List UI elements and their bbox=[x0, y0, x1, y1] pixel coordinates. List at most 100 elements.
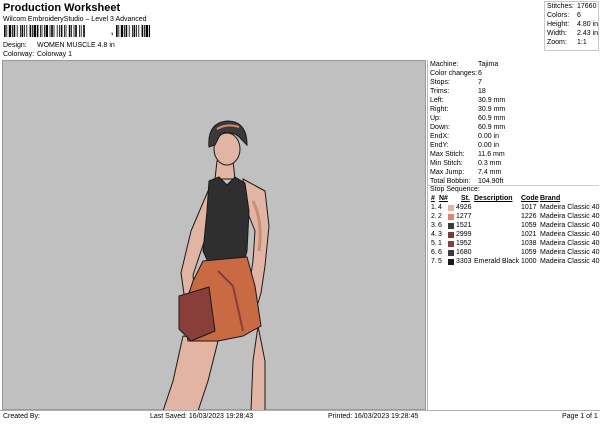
color-swatch bbox=[448, 223, 454, 229]
cell-brand: Madeira Classic 40 bbox=[540, 240, 600, 247]
cell-stop: 1. bbox=[431, 204, 437, 211]
embroidery-design-figure bbox=[162, 120, 270, 412]
table-row: 1. 4 4926 1017 Madeira Classic 40 bbox=[429, 204, 600, 213]
footer-created-by: Created By: bbox=[3, 413, 40, 420]
table-row: 3. 6 1521 1059 Madeira Classic 40 bbox=[429, 222, 600, 231]
colorway-value: Colorway 1 bbox=[37, 51, 73, 58]
footer-separator bbox=[0, 410, 600, 411]
cell-code: 1021 bbox=[521, 231, 537, 238]
machine-info-row: Up: 60.9 mm bbox=[430, 115, 505, 122]
info-label: Color changes: bbox=[430, 70, 478, 77]
colorway-label: Colorway: bbox=[3, 51, 35, 58]
footer-last-saved: Last Saved: 16/03/2023 19:28:43 bbox=[150, 413, 254, 420]
col-code: Code bbox=[521, 195, 539, 202]
info-label: Max Stitch: bbox=[430, 151, 465, 158]
design-value: WOMEN MUSCLE 4.8 in bbox=[37, 42, 115, 49]
info-value: 6 bbox=[478, 70, 482, 77]
stat-zoom: Zoom: 1:1 bbox=[547, 39, 587, 46]
cell-description: Emerald Black bbox=[474, 258, 520, 265]
footer-printed: Printed: 16/03/2023 19:28:45 bbox=[328, 413, 419, 420]
stat-colors: Colors: 6 bbox=[547, 12, 581, 19]
machine-info-row: Trims: 18 bbox=[430, 88, 486, 95]
info-value: 0.00 in bbox=[478, 142, 500, 149]
cell-brand: Madeira Classic 40 bbox=[540, 213, 600, 220]
page-title: Production Worksheet bbox=[3, 2, 121, 14]
barcode-suffix: , bbox=[111, 27, 114, 36]
color-swatch bbox=[448, 259, 454, 265]
machine-info-row: Min Stitch: 0.3 mm bbox=[430, 160, 501, 167]
cell-needle: 3 bbox=[438, 231, 442, 238]
col-stop: # bbox=[431, 195, 435, 202]
cell-needle: 5 bbox=[438, 258, 442, 265]
cell-code: 1226 bbox=[521, 213, 537, 220]
info-label: Total Bobbin: bbox=[430, 178, 471, 185]
machine-info-row: Machine: Tajima bbox=[430, 61, 498, 68]
figure-shorts-tie bbox=[178, 286, 216, 342]
design-label: Design: bbox=[3, 42, 27, 49]
cell-brand: Madeira Classic 40 bbox=[540, 258, 600, 265]
info-value: 0.00 in bbox=[478, 133, 500, 140]
info-value: 60.9 mm bbox=[478, 115, 506, 122]
color-swatch bbox=[448, 205, 454, 211]
col-brand: Brand bbox=[540, 195, 561, 202]
stat-stitches: Stitches: 17660 bbox=[547, 3, 597, 10]
table-row: 6. 6 1680 1059 Madeira Classic 40 bbox=[429, 249, 600, 258]
color-swatch bbox=[448, 232, 454, 238]
machine-info-row: Down: 60.9 mm bbox=[430, 124, 505, 131]
table-row: 2. 2 1277 1226 Madeira Classic 40 bbox=[429, 213, 600, 222]
stat-width: Width: 2.43 in bbox=[547, 30, 599, 37]
col-description: Description bbox=[474, 195, 513, 202]
info-label: EndY: bbox=[430, 142, 449, 149]
cell-needle: 4 bbox=[438, 204, 442, 211]
machine-info-row: Left: 30.9 mm bbox=[430, 97, 505, 104]
info-label: Trims: bbox=[430, 88, 450, 95]
info-label: Down: bbox=[430, 124, 450, 131]
info-label: Stops: bbox=[430, 79, 450, 86]
info-label: Right: bbox=[430, 106, 449, 113]
design-preview-canvas bbox=[2, 60, 426, 412]
cell-code: 1000 bbox=[521, 258, 537, 265]
machine-info-row: Max Stitch: 11.6 mm bbox=[430, 151, 505, 158]
info-label: EndX: bbox=[430, 133, 450, 140]
col-stitches: St. bbox=[461, 195, 470, 202]
machine-info-row: Right: 30.9 mm bbox=[430, 106, 505, 113]
cell-code: 1059 bbox=[521, 222, 537, 229]
info-value: 7 bbox=[478, 79, 482, 86]
color-swatch bbox=[448, 214, 454, 220]
color-swatch bbox=[448, 241, 454, 247]
cell-needle: 6 bbox=[438, 222, 442, 229]
cell-needle: 6 bbox=[438, 249, 442, 256]
info-value: 60.9 mm bbox=[478, 124, 506, 131]
cell-stop: 5. bbox=[431, 240, 437, 247]
info-value: 11.6 mm bbox=[478, 151, 505, 158]
info-value: Tajima bbox=[478, 61, 499, 68]
cell-stop: 6. bbox=[431, 249, 437, 256]
col-needle: N# bbox=[439, 195, 448, 202]
stop-sequence-title: Stop Sequence: bbox=[430, 186, 480, 193]
cell-brand: Madeira Classic 40 bbox=[540, 249, 600, 256]
cell-stop: 4. bbox=[431, 231, 437, 238]
table-row: 4. 3 2999 1021 Madeira Classic 40 bbox=[429, 231, 600, 240]
info-label: Min Stitch: bbox=[430, 160, 463, 167]
info-value: 18 bbox=[478, 88, 486, 95]
machine-info-row: Max Jump: 7.4 mm bbox=[430, 169, 501, 176]
cell-code: 1017 bbox=[521, 204, 537, 211]
cell-needle: 2 bbox=[438, 213, 442, 220]
info-value: 104.90ft bbox=[478, 178, 504, 185]
cell-stitches: 1521 bbox=[456, 222, 472, 229]
software-subtitle: Wilcom EmbroideryStudio – Level 3 Advanc… bbox=[3, 16, 147, 23]
cell-stitches: 1952 bbox=[456, 240, 472, 247]
stat-height: Height: 4.80 in bbox=[547, 21, 599, 28]
machine-info-row: Stops: 7 bbox=[430, 79, 482, 86]
barcode bbox=[4, 25, 150, 37]
cell-brand: Madeira Classic 40 bbox=[540, 231, 600, 238]
cell-code: 1059 bbox=[521, 249, 537, 256]
info-label: Max Jump: bbox=[430, 169, 465, 176]
info-value: 0.3 mm bbox=[478, 160, 502, 167]
info-label: Up: bbox=[430, 115, 441, 122]
machine-info-row: EndX: 0.00 in bbox=[430, 133, 499, 140]
figure-front-leg bbox=[162, 335, 219, 412]
cell-stop: 3. bbox=[431, 222, 437, 229]
info-label: Machine: bbox=[430, 61, 459, 68]
info-value: 7.4 mm bbox=[478, 169, 502, 176]
